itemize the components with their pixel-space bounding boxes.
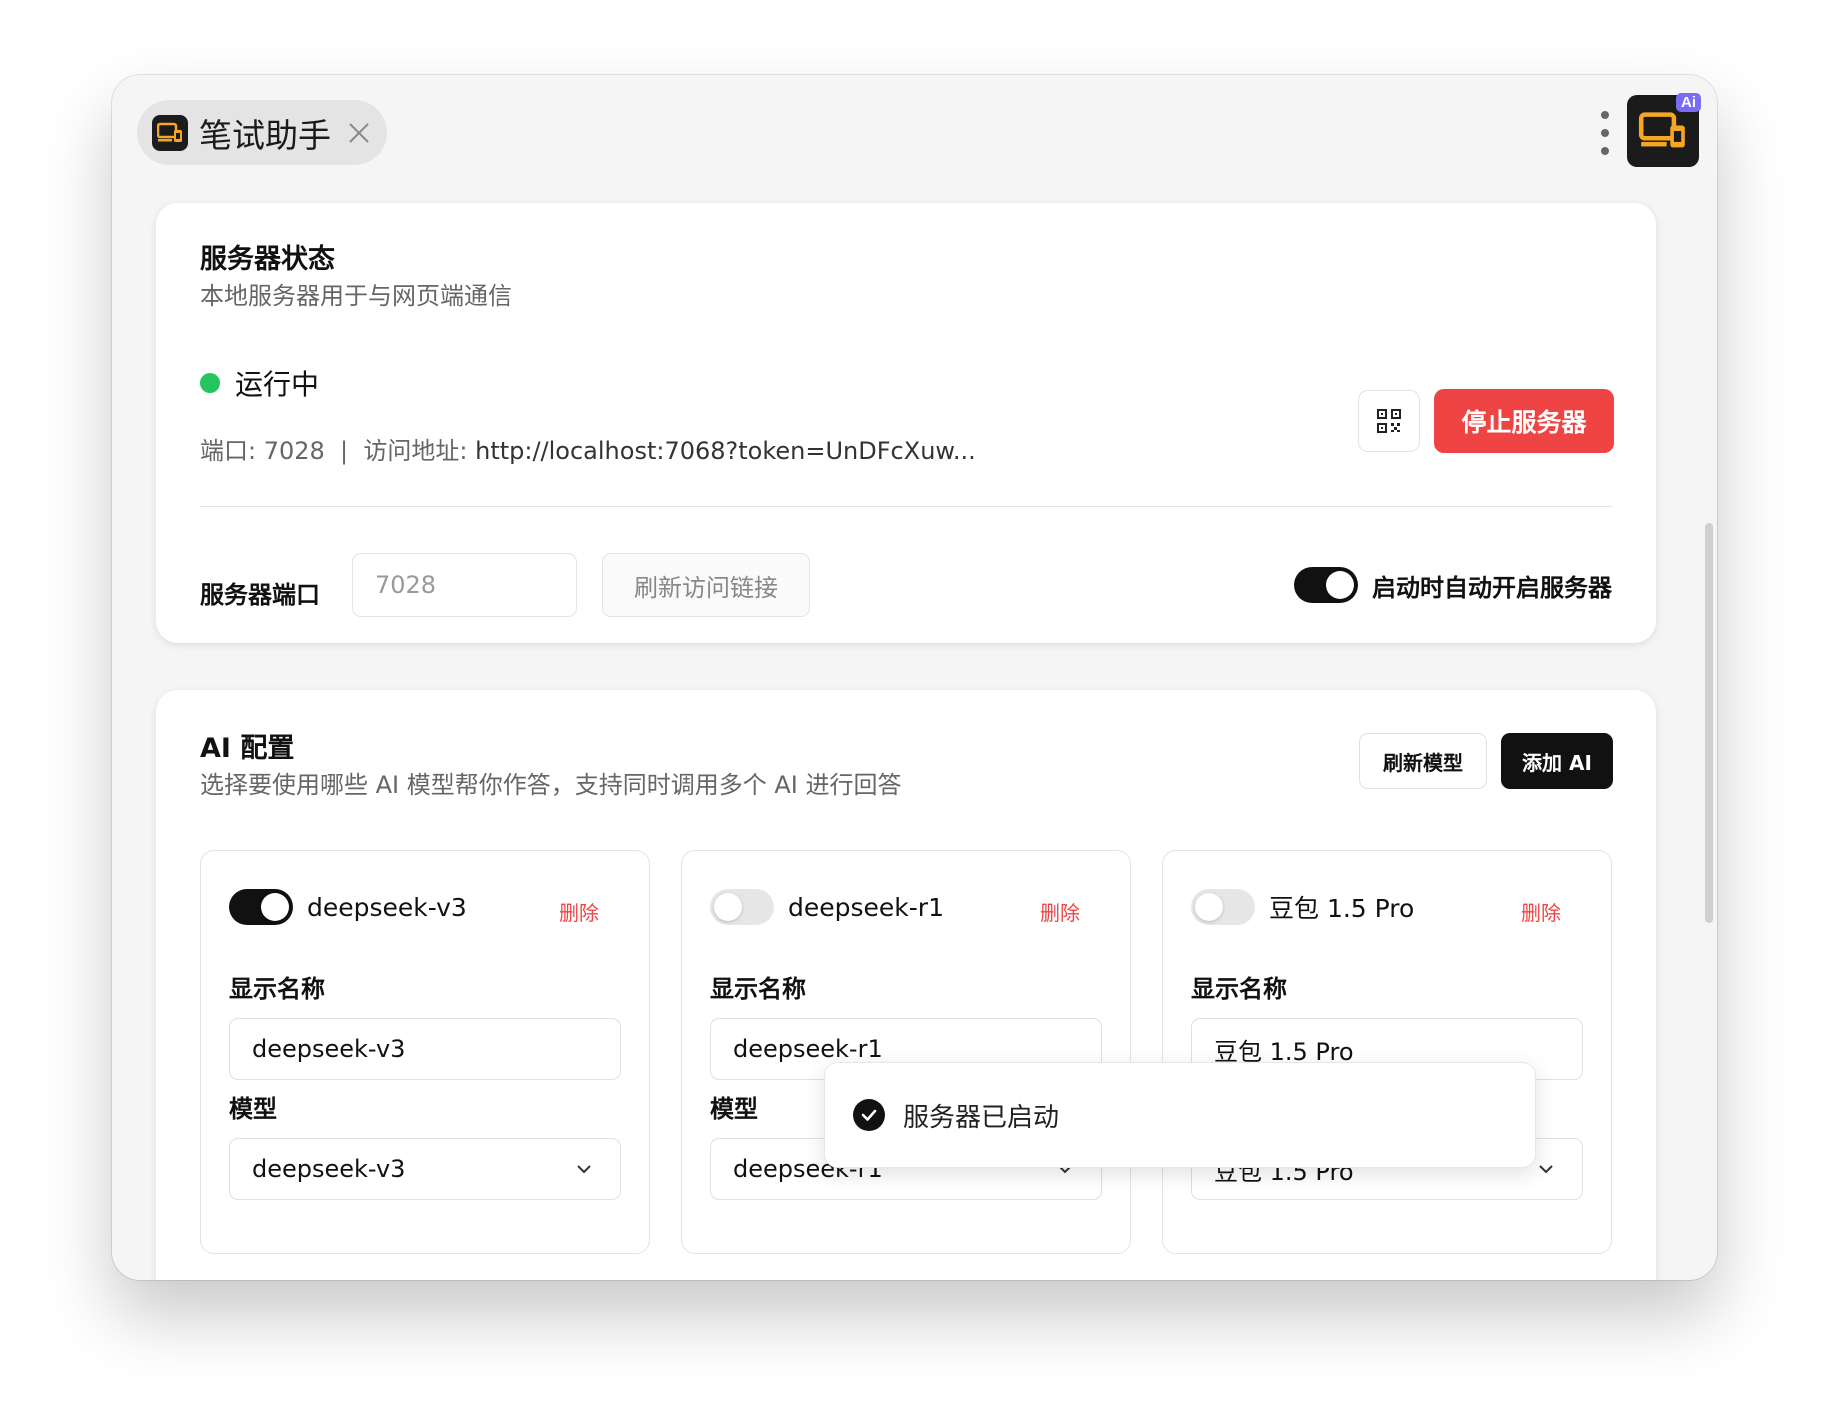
qr-code-button[interactable] (1358, 390, 1420, 452)
model-enable-toggle[interactable] (1191, 889, 1255, 925)
display-name-label: 显示名称 (710, 975, 806, 1003)
refresh-models-button[interactable]: 刷新模型 (1359, 733, 1487, 789)
delete-button[interactable]: 删除 (1521, 897, 1561, 926)
display-name-input[interactable]: deepseek-v3 (229, 1018, 621, 1080)
chevron-down-icon (1539, 1165, 1553, 1174)
display-name-label: 显示名称 (229, 975, 325, 1003)
check-circle-icon (853, 1099, 885, 1131)
tab-title: 笔试助手 (199, 115, 331, 155)
divider (200, 506, 1612, 507)
ai-badge: Ai (1676, 93, 1701, 112)
port-input[interactable]: 7028 (352, 553, 577, 617)
access-url[interactable]: http://localhost:7068?token=UnDFcXuw... (475, 437, 976, 465)
model-enable-toggle[interactable] (229, 889, 293, 925)
toast-notification: 服务器已启动 (824, 1062, 1536, 1168)
ai-config-title: AI 配置 (200, 733, 295, 764)
qr-code-icon (1377, 409, 1401, 433)
auto-start-row: 启动时自动开启服务器 (1294, 567, 1612, 603)
model-card-deepseek-r1: deepseek-r1 删除 显示名称 deepseek-r1 模型 deeps… (681, 850, 1131, 1254)
model-card-deepseek-v3: deepseek-v3 删除 显示名称 deepseek-v3 模型 deeps… (200, 850, 650, 1254)
model-label: 模型 (229, 1095, 277, 1123)
display-name-label: 显示名称 (1191, 975, 1287, 1003)
model-select-value: deepseek-v3 (252, 1155, 406, 1183)
port-label: 服务器端口 (200, 581, 320, 609)
chevron-down-icon (577, 1165, 591, 1174)
model-name: deepseek-r1 (788, 892, 944, 922)
model-select[interactable]: deepseek-v3 (229, 1138, 621, 1200)
server-info: 端口: 7028 | 访问地址: http://localhost:7068?t… (200, 431, 976, 466)
model-label: 模型 (710, 1095, 758, 1123)
stop-server-button[interactable]: 停止服务器 (1434, 389, 1614, 453)
model-name: 豆包 1.5 Pro (1269, 894, 1415, 923)
ai-config-card: AI 配置 选择要使用哪些 AI 模型帮你作答，支持同时调用多个 AI 进行回答… (156, 690, 1656, 1280)
app-logo-icon (152, 114, 188, 151)
app-avatar-icon[interactable]: Ai (1627, 93, 1701, 167)
app-tab[interactable]: 笔试助手 (137, 100, 387, 165)
port-info: 端口: 7028 | 访问地址: (200, 437, 476, 465)
server-status: 运行中 (200, 363, 319, 403)
status-text: 运行中 (235, 368, 320, 401)
server-title: 服务器状态 (200, 244, 335, 275)
model-name: deepseek-v3 (307, 892, 467, 922)
status-dot (200, 373, 220, 393)
delete-button[interactable]: 删除 (559, 897, 599, 926)
server-status-card: 服务器状态 本地服务器用于与网页端通信 运行中 端口: 7028 | 访问地址:… (156, 203, 1656, 643)
auto-start-label: 启动时自动开启服务器 (1372, 573, 1612, 602)
auto-start-toggle[interactable] (1294, 567, 1358, 603)
refresh-link-button[interactable]: 刷新访问链接 (602, 553, 810, 617)
model-enable-toggle[interactable] (710, 889, 774, 925)
server-subtitle: 本地服务器用于与网页端通信 (200, 282, 512, 310)
toast-message: 服务器已启动 (903, 1102, 1060, 1133)
delete-button[interactable]: 删除 (1040, 897, 1080, 926)
more-menu-icon[interactable] (1599, 111, 1611, 155)
scrollbar[interactable] (1705, 523, 1713, 923)
model-card-doubao: 豆包 1.5 Pro 删除 显示名称 豆包 1.5 Pro 模型 豆包 1.5 … (1162, 850, 1612, 1254)
close-icon[interactable] (345, 119, 373, 147)
ai-config-subtitle: 选择要使用哪些 AI 模型帮你作答，支持同时调用多个 AI 进行回答 (200, 771, 902, 799)
add-ai-button[interactable]: 添加 AI (1501, 733, 1613, 789)
